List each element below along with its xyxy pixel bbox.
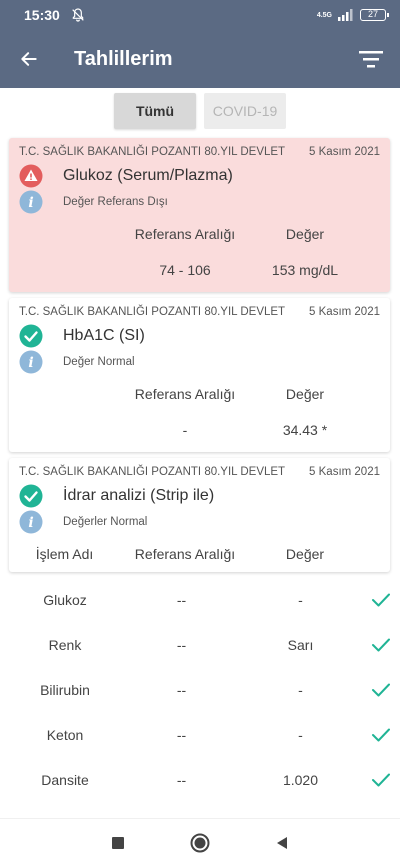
result-value: 153 mg/dL [271, 262, 339, 278]
check-icon [372, 638, 390, 652]
list-item: Renk -- Sarı [0, 623, 400, 667]
list-item: Dansite -- 1.020 [0, 758, 400, 802]
result-date: 5 Kasım 2021 [309, 466, 380, 478]
back-nav-button[interactable] [272, 833, 292, 853]
triangle-back-icon [277, 836, 287, 849]
result-status: Değer Normal [63, 356, 135, 368]
institution-name: T.C. SAĞLIK BAKANLIĞI POZANTI 80.YIL DEV… [19, 146, 286, 158]
operation-name-label: İşlem Adı [35, 546, 94, 562]
test-name: HbA1C (SI) [63, 327, 145, 344]
list-item: Bilirubin -- - [0, 668, 400, 712]
row-value: - [298, 727, 303, 743]
row-reference: -- [176, 682, 187, 698]
svg-text:i: i [28, 355, 33, 371]
status-bar: 15:30 4.5G 27 [0, 0, 400, 30]
test-name: Glukoz (Serum/Plazma) [63, 167, 233, 184]
check-icon [372, 728, 390, 742]
reference-range-value: - [182, 422, 188, 438]
info-icon[interactable]: i [19, 510, 43, 534]
system-nav-bar [0, 818, 400, 866]
row-value: Sarı [287, 637, 314, 653]
institution-name: T.C. SAĞLIK BAKANLIĞI POZANTI 80.YIL DEV… [19, 306, 286, 318]
status-time: 15:30 [24, 7, 60, 23]
result-value: 34.43 * [282, 422, 328, 438]
check-icon [372, 773, 390, 787]
signal-icon [338, 9, 353, 21]
row-name: Renk [48, 637, 82, 653]
result-card-urine[interactable]: T.C. SAĞLIK BAKANLIĞI POZANTI 80.YIL DEV… [9, 458, 390, 572]
result-status: Değer Referans Dışı [63, 196, 168, 208]
filter-button[interactable] [342, 30, 400, 88]
svg-text:i: i [28, 195, 33, 211]
home-button[interactable] [190, 833, 210, 853]
segment-control: Tümü COVID-19 [0, 93, 400, 129]
value-label: Değer [285, 546, 325, 562]
tab-all[interactable]: Tümü [114, 93, 196, 129]
info-icon[interactable]: i [19, 190, 43, 214]
battery-level: 27 [367, 9, 378, 19]
battery-icon: 27 [360, 9, 389, 21]
row-name: Glukoz [43, 592, 87, 608]
notifications-off-icon [72, 8, 84, 22]
result-card-glukoz[interactable]: T.C. SAĞLIK BAKANLIĞI POZANTI 80.YIL DEV… [9, 138, 390, 292]
warning-icon [19, 164, 43, 188]
row-name: Keton [46, 727, 84, 743]
check-circle-icon [19, 324, 43, 348]
svg-text:i: i [28, 515, 33, 531]
row-reference: -- [176, 727, 187, 743]
row-value: 1.020 [282, 772, 319, 788]
row-reference: -- [176, 637, 187, 653]
page-title: Tahlillerim [74, 47, 173, 70]
row-value: - [298, 682, 303, 698]
square-icon [112, 836, 124, 849]
row-reference: -- [176, 772, 187, 788]
back-button[interactable] [0, 30, 58, 88]
institution-name: T.C. SAĞLIK BAKANLIĞI POZANTI 80.YIL DEV… [19, 466, 286, 478]
reference-range-label: Referans Aralığı [134, 546, 236, 562]
arrow-left-icon [21, 52, 37, 66]
recents-button[interactable] [108, 833, 128, 853]
info-icon[interactable]: i [19, 350, 43, 374]
reference-range-label: Referans Aralığı [134, 386, 236, 402]
circle-icon [190, 833, 210, 852]
app-bar: Tahlillerim [0, 30, 400, 88]
reference-range-label: Referans Aralığı [134, 226, 236, 242]
check-icon [372, 683, 390, 697]
result-card-hba1c[interactable]: T.C. SAĞLIK BAKANLIĞI POZANTI 80.YIL DEV… [9, 298, 390, 452]
test-name: İdrar analizi (Strip ile) [63, 487, 215, 504]
result-date: 5 Kasım 2021 [309, 306, 380, 318]
row-name: Dansite [41, 772, 89, 788]
value-label: Değer [285, 226, 325, 242]
value-label: Değer [285, 386, 325, 402]
check-icon [372, 593, 390, 607]
row-value: - [298, 592, 303, 608]
row-name: Bilirubin [40, 682, 90, 698]
tab-covid-19[interactable]: COVID-19 [204, 93, 286, 129]
reference-range-value: 74 - 106 [159, 262, 211, 278]
list-item: Glukoz -- - [0, 578, 400, 622]
check-circle-icon [19, 484, 43, 508]
result-status: Değerler Normal [63, 516, 148, 528]
list-item: Keton -- - [0, 713, 400, 757]
result-date: 5 Kasım 2021 [309, 146, 380, 158]
network-type: 4.5G [316, 11, 332, 19]
row-reference: -- [176, 592, 187, 608]
filter-icon [359, 51, 383, 68]
